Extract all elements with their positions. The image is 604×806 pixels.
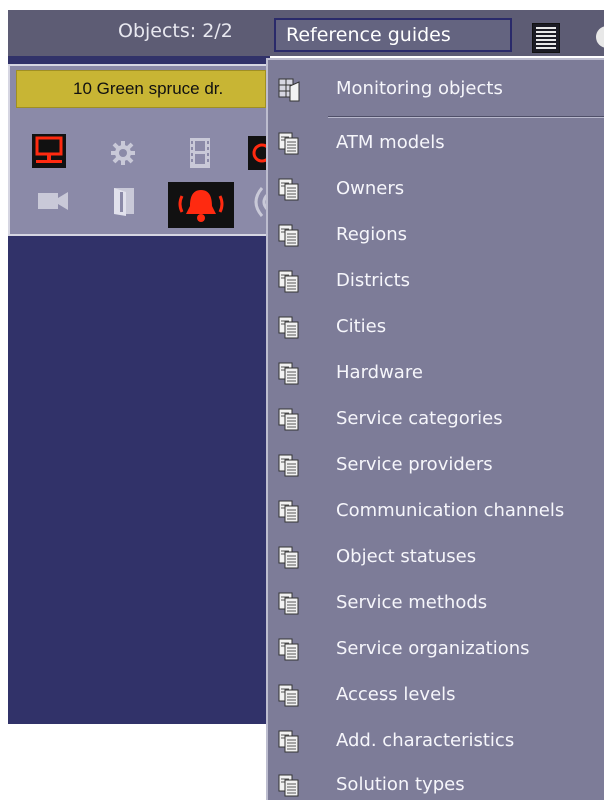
menu-item-label: Object statuses	[336, 546, 477, 567]
menu-item-object-statuses[interactable]: Object statuses	[268, 538, 604, 578]
gear-icon[interactable]	[110, 140, 136, 166]
menu-item-label: Owners	[336, 178, 405, 199]
documents-icon	[278, 546, 299, 569]
list-view-icon[interactable]	[532, 23, 560, 53]
documents-icon	[278, 178, 299, 201]
menu-item-label: Cities	[336, 316, 387, 337]
object-name[interactable]: 10 Green spruce dr.	[16, 70, 266, 108]
menu-item-communication-channels[interactable]: Communication channels	[268, 492, 604, 532]
menu-item-label: Districts	[336, 270, 411, 291]
menu-item-label: Add. characteristics	[336, 730, 515, 751]
menu-item-label: Service methods	[336, 592, 488, 613]
menu-item-label: Monitoring objects	[336, 78, 503, 99]
network-icon[interactable]	[32, 134, 66, 168]
menu-item-label: Solution types	[336, 774, 465, 795]
menu-item-label: ATM models	[336, 132, 445, 153]
documents-icon	[278, 454, 299, 477]
menu-item-label: Service providers	[336, 454, 493, 475]
menu-item-service-categories[interactable]: Service categories	[268, 400, 604, 440]
circle-icon[interactable]	[596, 26, 604, 48]
documents-icon	[278, 362, 299, 385]
menu-item-label: Regions	[336, 224, 407, 245]
menu-item-label: Service organizations	[336, 638, 530, 659]
documents-icon	[278, 270, 299, 293]
documents-icon	[278, 730, 299, 753]
documents-icon	[278, 224, 299, 247]
menu-item-monitoring-objects[interactable]: Monitoring objects	[268, 70, 604, 110]
menu-item-service-organizations[interactable]: Service organizations	[268, 630, 604, 670]
menu-item-label: Service categories	[336, 408, 503, 429]
documents-icon	[278, 774, 299, 797]
documents-icon	[278, 500, 299, 523]
video-camera-icon[interactable]	[38, 190, 68, 212]
film-icon[interactable]	[188, 138, 212, 168]
object-card[interactable]: 10 Green spruce dr.	[8, 64, 270, 236]
menu-item-cities[interactable]: Cities	[268, 308, 604, 348]
menu-item-access-levels[interactable]: Access levels	[268, 676, 604, 716]
documents-icon	[278, 132, 299, 155]
grid-document-icon	[278, 78, 300, 102]
menu-item-districts[interactable]: Districts	[268, 262, 604, 302]
reference-guides-menu: Monitoring objects ATM models Owners Reg…	[266, 58, 604, 800]
menu-item-regions[interactable]: Regions	[268, 216, 604, 256]
documents-icon	[278, 638, 299, 661]
menu-item-solution-types[interactable]: Solution types	[268, 766, 604, 806]
documents-icon	[278, 684, 299, 707]
menu-item-label: Communication channels	[336, 500, 565, 521]
menu-item-atm-models[interactable]: ATM models	[268, 124, 604, 164]
door-icon[interactable]	[112, 186, 136, 216]
menu-item-label: Access levels	[336, 684, 456, 705]
objects-counter: Objects: 2/2	[118, 20, 233, 42]
menu-item-owners[interactable]: Owners	[268, 170, 604, 210]
documents-icon	[278, 316, 299, 339]
documents-icon	[278, 592, 299, 615]
menu-item-add-characteristics[interactable]: Add. characteristics	[268, 722, 604, 762]
menu-item-service-methods[interactable]: Service methods	[268, 584, 604, 624]
wireless-icon[interactable]	[248, 186, 268, 218]
menu-item-hardware[interactable]: Hardware	[268, 354, 604, 394]
menu-item-label: Hardware	[336, 362, 423, 383]
documents-icon	[278, 408, 299, 431]
power-icon[interactable]	[248, 136, 268, 170]
menu-item-service-providers[interactable]: Service providers	[268, 446, 604, 486]
alarm-bell-icon[interactable]	[168, 182, 234, 228]
reference-guides-button[interactable]: Reference guides	[274, 18, 512, 52]
menu-separator-highlight	[328, 117, 604, 118]
top-toolbar: Objects: 2/2 Reference guides	[8, 10, 604, 56]
